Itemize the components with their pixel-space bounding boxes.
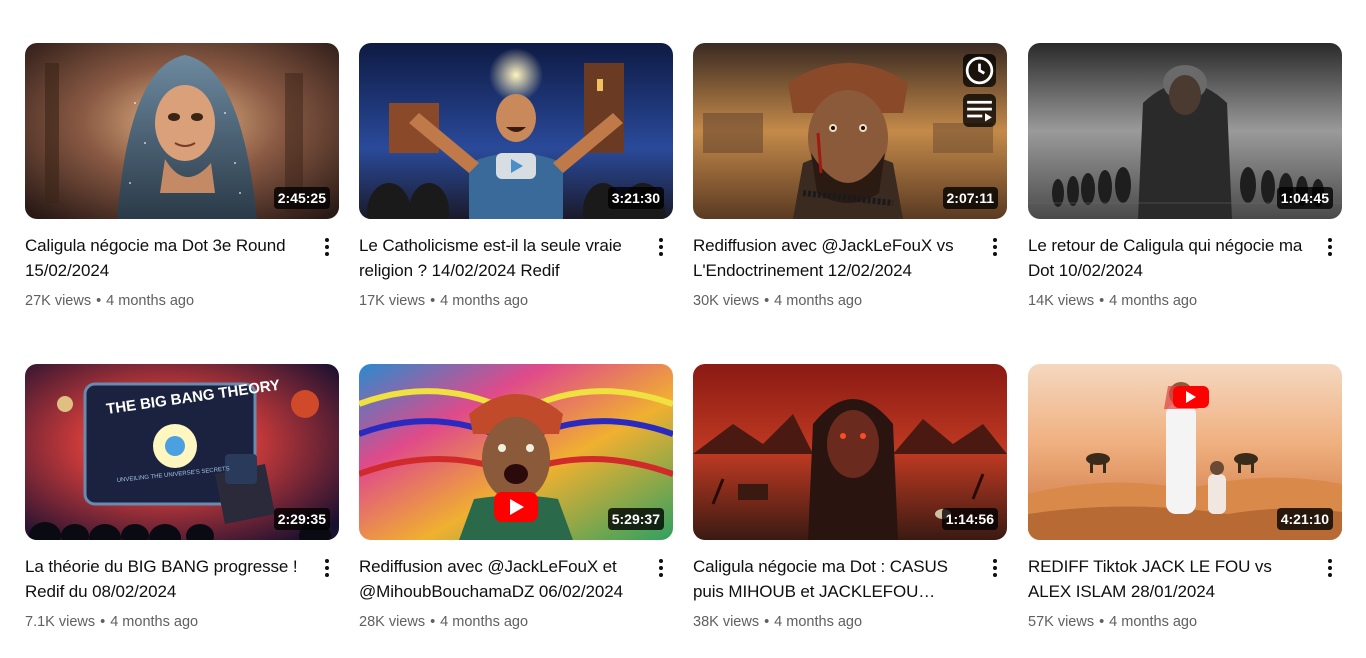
upload-age: 4 months ago	[106, 293, 195, 309]
separator-dot: •	[96, 293, 102, 309]
more-vert-icon[interactable]	[315, 556, 339, 580]
more-vert-icon[interactable]	[649, 556, 673, 580]
video-title[interactable]: REDIFF Tiktok JACK LE FOU vs ALEX ISLAM …	[1028, 554, 1318, 604]
more-vert-icon[interactable]	[1318, 235, 1342, 259]
video-title[interactable]: Le retour de Caligula qui négocie ma Dot…	[1028, 233, 1318, 283]
more-vert-icon[interactable]	[983, 235, 1007, 259]
video-thumbnail[interactable]: 4:21:10	[1028, 364, 1342, 540]
video-stats: 28K views • 4 months ago	[359, 612, 649, 632]
separator-dot: •	[764, 614, 770, 630]
upload-age: 4 months ago	[440, 614, 529, 630]
video-duration: 1:14:56	[941, 508, 998, 530]
video-stats: 30K views • 4 months ago	[693, 291, 983, 311]
more-vert-icon[interactable]	[315, 235, 339, 259]
video-title[interactable]: Rediffusion avec @JackLeFouX et @MihoubB…	[359, 554, 649, 604]
video-card[interactable]: 5:29:37 Rediffusion avec @JackLeFouX et …	[359, 364, 673, 654]
video-duration: 1:04:45	[1276, 187, 1333, 209]
video-stats: 27K views • 4 months ago	[25, 291, 315, 311]
video-thumbnail[interactable]: 2:45:25	[25, 43, 339, 219]
separator-dot: •	[1099, 293, 1105, 309]
video-card[interactable]: 1:04:45 Le retour de Caligula qui négoci…	[1028, 43, 1342, 333]
video-card[interactable]: 2:07:11 Rediffusion avec @JackLeFouX vs …	[693, 43, 1007, 333]
video-thumbnail[interactable]: THE BIG BANG THEORY UNVEILING THE UNIVER…	[25, 364, 339, 540]
upload-age: 4 months ago	[1109, 614, 1198, 630]
separator-dot: •	[430, 614, 436, 630]
video-meta: REDIFF Tiktok JACK LE FOU vs ALEX ISLAM …	[1028, 554, 1318, 632]
video-stats: 7.1K views • 4 months ago	[25, 612, 315, 632]
video-duration: 5:29:37	[607, 508, 664, 530]
video-meta: Rediffusion avec @JackLeFouX et @MihoubB…	[359, 554, 649, 632]
video-duration: 3:21:30	[607, 187, 664, 209]
video-card[interactable]: 2:45:25 Caligula négocie ma Dot 3e Round…	[25, 43, 339, 333]
view-count: 7.1K views	[25, 614, 96, 630]
upload-age: 4 months ago	[1109, 293, 1198, 309]
video-thumbnail[interactable]: 1:04:45	[1028, 43, 1342, 219]
upload-age: 4 months ago	[774, 293, 863, 309]
video-card[interactable]: 4:21:10 REDIFF Tiktok JACK LE FOU vs ALE…	[1028, 364, 1342, 654]
video-title[interactable]: La théorie du BIG BANG progresse ! Redif…	[25, 554, 315, 604]
video-duration: 2:29:35	[273, 508, 330, 530]
view-count: 57K views	[1028, 614, 1095, 630]
video-stats: 38K views • 4 months ago	[693, 612, 983, 632]
video-meta: Le Catholicisme est-il la seule vraie re…	[359, 233, 649, 311]
video-thumbnail[interactable]: 5:29:37	[359, 364, 673, 540]
video-stats: 17K views • 4 months ago	[359, 291, 649, 311]
video-title[interactable]: Rediffusion avec @JackLeFouX vs L'Endoct…	[693, 233, 983, 283]
more-vert-icon[interactable]	[983, 556, 1007, 580]
view-count: 30K views	[693, 293, 760, 309]
separator-dot: •	[764, 293, 770, 309]
video-meta: Le retour de Caligula qui négocie ma Dot…	[1028, 233, 1318, 311]
view-count: 14K views	[1028, 293, 1095, 309]
more-vert-icon[interactable]	[1318, 556, 1342, 580]
video-stats: 14K views • 4 months ago	[1028, 291, 1318, 311]
video-thumbnail[interactable]: 2:07:11	[693, 43, 1007, 219]
video-meta: Caligula négocie ma Dot 3e Round 15/02/2…	[25, 233, 315, 311]
video-stats: 57K views • 4 months ago	[1028, 612, 1318, 632]
watch-later-button[interactable]	[963, 54, 996, 87]
clock-icon	[965, 56, 994, 85]
add-to-queue-button[interactable]	[963, 94, 996, 127]
upload-age: 4 months ago	[774, 614, 863, 630]
video-meta: La théorie du BIG BANG progresse ! Redif…	[25, 554, 315, 632]
upload-age: 4 months ago	[440, 293, 529, 309]
video-duration: 2:07:11	[942, 187, 998, 209]
view-count: 17K views	[359, 293, 426, 309]
upload-age: 4 months ago	[110, 614, 199, 630]
video-meta: Rediffusion avec @JackLeFouX vs L'Endoct…	[693, 233, 983, 311]
video-thumbnail[interactable]: 3:21:30	[359, 43, 673, 219]
queue-icon	[967, 100, 992, 122]
separator-dot: •	[100, 614, 106, 630]
separator-dot: •	[430, 293, 436, 309]
more-vert-icon[interactable]	[649, 235, 673, 259]
view-count: 38K views	[693, 614, 760, 630]
view-count: 27K views	[25, 293, 92, 309]
video-title[interactable]: Caligula négocie ma Dot 3e Round 15/02/2…	[25, 233, 315, 283]
video-card[interactable]: 3:21:30 Le Catholicisme est-il la seule …	[359, 43, 673, 333]
separator-dot: •	[1099, 614, 1105, 630]
video-duration: 4:21:10	[1276, 508, 1333, 530]
video-meta: Caligula négocie ma Dot : CASUS puis MIH…	[693, 554, 983, 632]
view-count: 28K views	[359, 614, 426, 630]
video-title[interactable]: Le Catholicisme est-il la seule vraie re…	[359, 233, 649, 283]
video-card[interactable]: THE BIG BANG THEORY UNVEILING THE UNIVER…	[25, 364, 339, 654]
video-card[interactable]: 1:14:56 Caligula négocie ma Dot : CASUS …	[693, 364, 1007, 654]
video-duration: 2:45:25	[273, 187, 330, 209]
video-title[interactable]: Caligula négocie ma Dot : CASUS puis MIH…	[693, 554, 983, 604]
video-thumbnail[interactable]: 1:14:56	[693, 364, 1007, 540]
